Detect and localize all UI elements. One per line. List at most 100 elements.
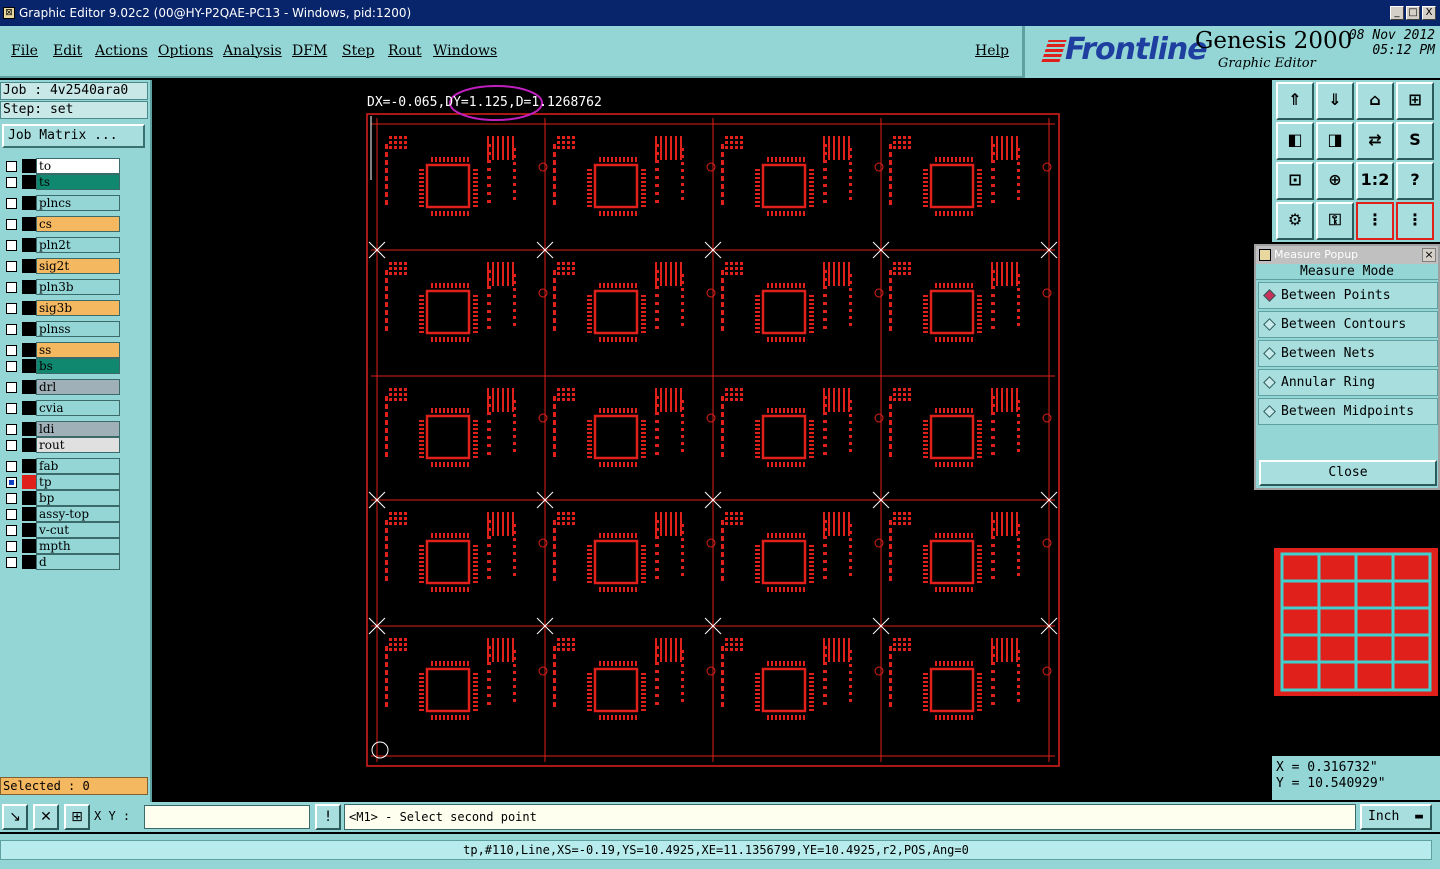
layer-name[interactable]: rout [36, 437, 120, 453]
layer-name[interactable]: tp [36, 474, 120, 490]
layer-row-sig2t[interactable]: sig2t [2, 258, 122, 274]
pan-left-icon[interactable]: ◧ [1276, 122, 1314, 160]
overview-map[interactable] [1272, 492, 1440, 754]
pan-right-icon[interactable]: ◨ [1316, 122, 1354, 160]
menu-rout[interactable]: Rout [388, 43, 422, 59]
menu-windows[interactable]: Windows [433, 43, 497, 59]
zoom-center-icon[interactable]: ⊕ [1316, 162, 1354, 200]
close-window-button[interactable]: X [1422, 6, 1436, 20]
job-matrix-button[interactable]: Job Matrix ... [2, 124, 145, 148]
layer-name[interactable]: ldi [36, 421, 120, 437]
layer-row-cvia[interactable]: cvia [2, 400, 122, 416]
layer-row-cs[interactable]: cs [2, 216, 122, 232]
layer-checkbox[interactable] [6, 403, 17, 414]
layer-name[interactable]: plncs [36, 195, 120, 211]
layer-checkbox[interactable] [6, 509, 17, 520]
option-annular-ring[interactable]: Annular Ring [1258, 369, 1438, 396]
layer-checkbox[interactable] [6, 382, 17, 393]
layer-checkbox[interactable] [6, 345, 17, 356]
layer-name[interactable]: pln3b [36, 279, 120, 295]
layer-checkbox[interactable] [6, 440, 17, 451]
layer-checkbox[interactable] [6, 541, 17, 552]
layer-name[interactable]: fab [36, 458, 120, 474]
menu-edit[interactable]: Edit [53, 43, 82, 59]
layer-row-ss[interactable]: ss [2, 342, 122, 358]
layer-name[interactable]: ts [36, 174, 120, 190]
option-between-midpoints[interactable]: Between Midpoints [1258, 398, 1438, 425]
option-between-nets[interactable]: Between Nets [1258, 340, 1438, 367]
menu-actions[interactable]: Actions [95, 43, 148, 59]
option-between-contours[interactable]: Between Contours [1258, 311, 1438, 338]
layer-row-plncs[interactable]: plncs [2, 195, 122, 211]
snap-icon[interactable]: S [1396, 122, 1434, 160]
menu-step[interactable]: Step [342, 43, 374, 59]
menu-help[interactable]: Help [975, 43, 1009, 59]
layer-checkbox[interactable] [6, 324, 17, 335]
layer-checkbox[interactable] [6, 424, 17, 435]
layer-name[interactable]: pln2t [36, 237, 120, 253]
layer-row-pln3b[interactable]: pln3b [2, 279, 122, 295]
key-icon[interactable]: ⚿ [1316, 202, 1354, 240]
graphic-canvas[interactable]: DX=-0.065,DY=1.125,D=1.1268762 [153, 80, 1253, 800]
scale-1to2-icon[interactable]: 1:2 [1356, 162, 1394, 200]
layer-name[interactable]: mpth [36, 538, 120, 554]
layer-name[interactable]: ss [36, 342, 120, 358]
zoom-fit-icon[interactable]: ⊡ [1276, 162, 1314, 200]
layer-name[interactable]: sig2t [36, 258, 120, 274]
layer-checkbox[interactable] [6, 177, 17, 188]
layer-checkbox[interactable] [6, 261, 17, 272]
layer-name[interactable]: cs [36, 216, 120, 232]
alert-icon[interactable]: ! [315, 804, 341, 830]
unit-select[interactable]: Inch ▬ [1360, 804, 1432, 830]
measure-tool-icon[interactable]: ↘ [2, 804, 28, 830]
minimize-button[interactable]: _ [1390, 6, 1404, 20]
layer-row-drl[interactable]: drl [2, 379, 122, 395]
grid-view-icon[interactable]: ⊞ [1396, 82, 1434, 120]
layer-row-ldi[interactable]: ldi [2, 421, 122, 437]
menu-analysis[interactable]: Analysis [223, 43, 282, 59]
xy-input[interactable] [144, 805, 310, 829]
layer-row-pln2t[interactable]: pln2t [2, 237, 122, 253]
layer-name[interactable]: drl [36, 379, 120, 395]
option-between-points[interactable]: Between Points [1258, 282, 1438, 309]
layer-row-ts[interactable]: ts [2, 174, 122, 190]
layer-name[interactable]: plnss [36, 321, 120, 337]
layer-name[interactable]: bp [36, 490, 120, 506]
layer-row-tp[interactable]: tp [2, 474, 122, 490]
layer-checkbox[interactable] [6, 557, 17, 568]
layer-row-d[interactable]: d [2, 554, 122, 570]
layer-checkbox[interactable] [6, 198, 17, 209]
layer-checkbox[interactable] [6, 161, 17, 172]
net-connect-icon[interactable]: ⋮ [1396, 202, 1434, 240]
layer-checkbox[interactable] [6, 282, 17, 293]
layer-checkbox[interactable] [6, 303, 17, 314]
layer-name[interactable]: d [36, 554, 120, 570]
layer-row-assy-top[interactable]: assy-top [2, 506, 122, 522]
layer-row-sig3b[interactable]: sig3b [2, 300, 122, 316]
menu-dfm[interactable]: DFM [292, 43, 327, 59]
popup-close-icon[interactable]: × [1422, 248, 1436, 262]
pcb-panel[interactable] [153, 80, 1253, 800]
layer-name[interactable]: to [36, 158, 120, 174]
layer-checkbox[interactable] [6, 477, 17, 488]
home-icon[interactable]: ⌂ [1356, 82, 1394, 120]
layer-name[interactable]: cvia [36, 400, 120, 416]
layer-checkbox[interactable] [6, 493, 17, 504]
layer-name[interactable]: sig3b [36, 300, 120, 316]
layer-row-plnss[interactable]: plnss [2, 321, 122, 337]
zoom-down-icon[interactable]: ⇓ [1316, 82, 1354, 120]
layer-checkbox[interactable] [6, 219, 17, 230]
maximize-button[interactable]: □ [1406, 6, 1420, 20]
layer-row-rout[interactable]: rout [2, 437, 122, 453]
zoom-home-icon[interactable]: ⇑ [1276, 82, 1314, 120]
popup-close-button[interactable]: Close [1259, 460, 1437, 486]
swap-icon[interactable]: ⇄ [1356, 122, 1394, 160]
layer-row-mpth[interactable]: mpth [2, 538, 122, 554]
overview-thumbnail[interactable] [1272, 492, 1440, 754]
layer-row-to[interactable]: to [2, 158, 122, 174]
layer-checkbox[interactable] [6, 525, 17, 536]
layer-checkbox[interactable] [6, 361, 17, 372]
help-icon[interactable]: ? [1396, 162, 1434, 200]
layer-row-bp[interactable]: bp [2, 490, 122, 506]
snap-tool-icon[interactable]: ✕ [33, 804, 59, 830]
